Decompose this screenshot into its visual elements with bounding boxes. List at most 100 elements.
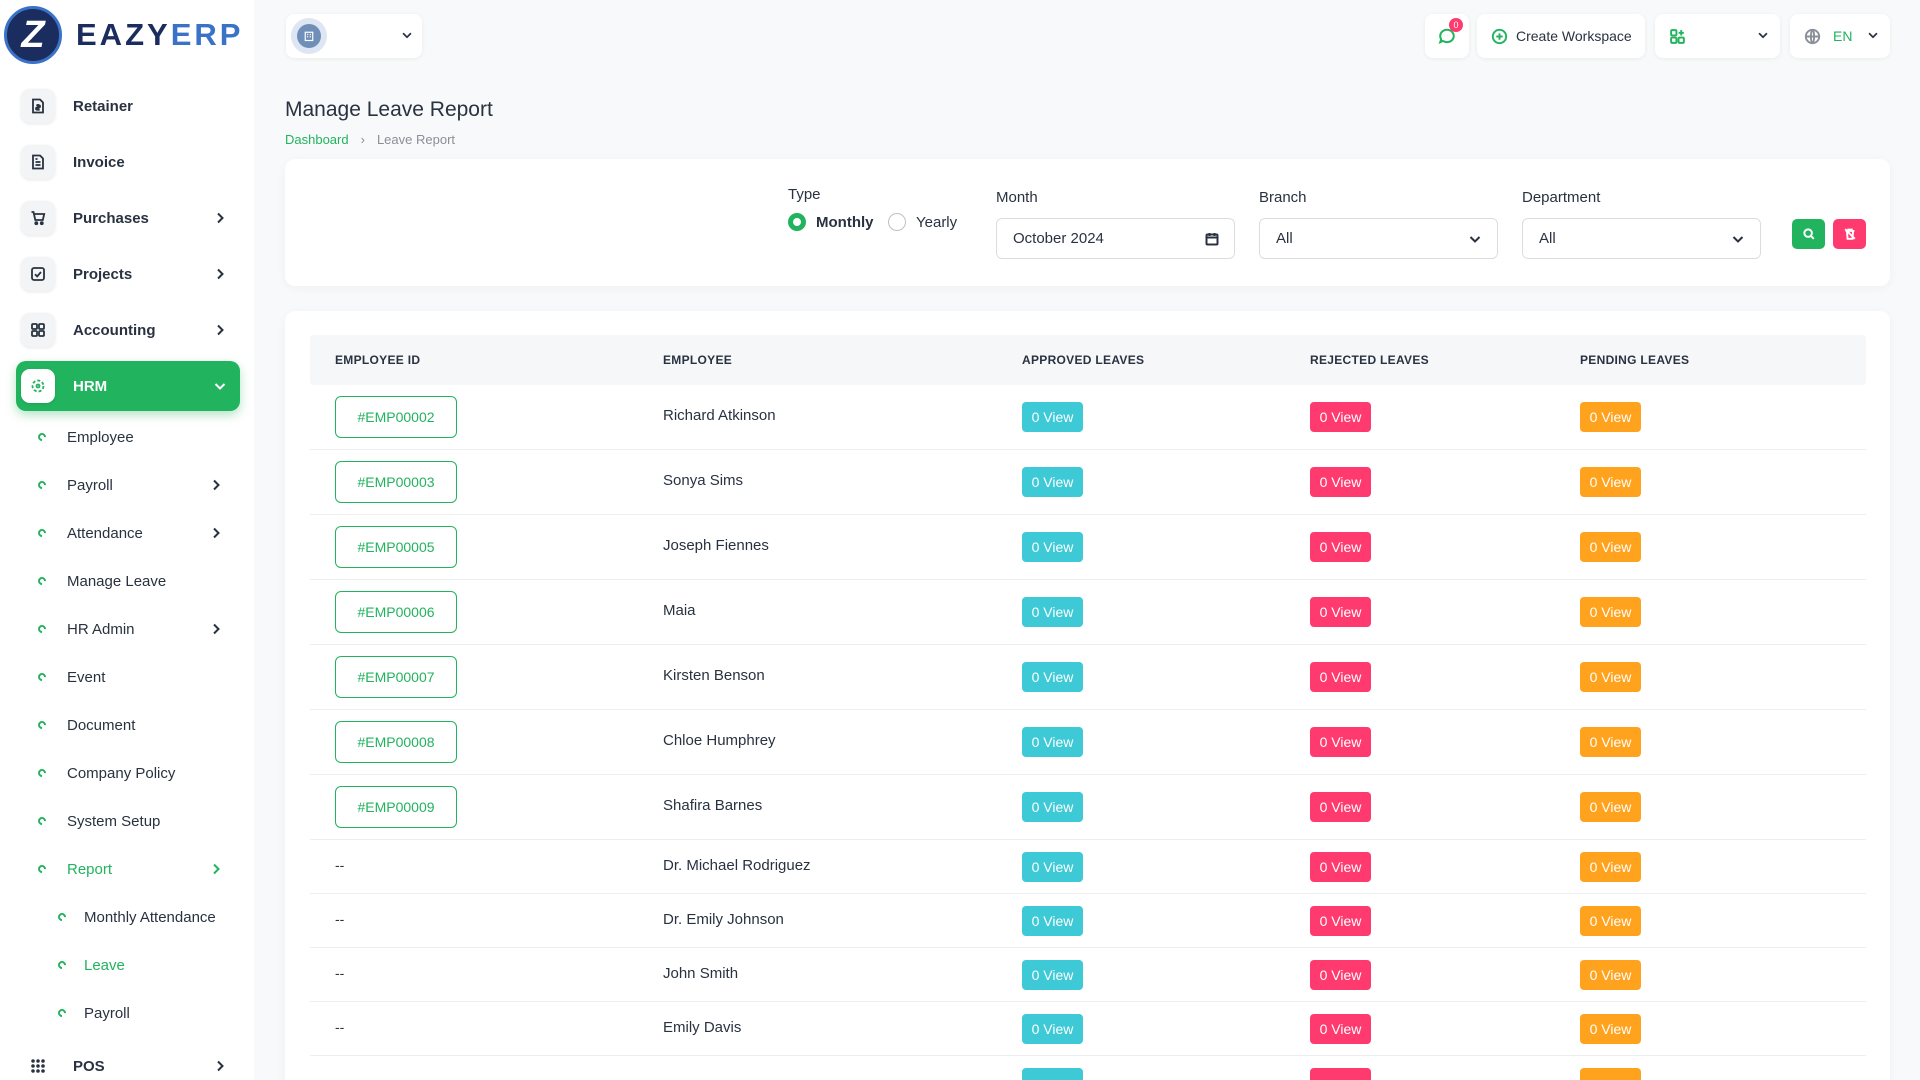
chevron-down-icon xyxy=(1866,28,1880,47)
col-pending-leaves[interactable]: PENDING LEAVES xyxy=(1580,353,1689,367)
type-label: Type xyxy=(788,186,821,203)
employee-id-button[interactable]: #EMP00009 xyxy=(335,786,457,828)
approved-view-button[interactable]: 0 View xyxy=(1022,402,1083,432)
approved-view-button[interactable]: 0 View xyxy=(1022,727,1083,757)
employee-id-button[interactable]: #EMP00003 xyxy=(335,461,457,503)
rejected-view-button[interactable] xyxy=(1310,1068,1371,1080)
sidebar-sub-system-setup[interactable]: System Setup xyxy=(36,806,238,836)
type-radio-yearly[interactable]: Yearly xyxy=(888,213,957,231)
col-employee[interactable]: EMPLOYEE xyxy=(663,353,732,367)
rejected-view-button[interactable]: 0 View xyxy=(1310,852,1371,882)
approved-view-button[interactable]: 0 View xyxy=(1022,852,1083,882)
sidebar-sub-employee[interactable]: Employee xyxy=(36,422,238,452)
bullet-icon xyxy=(36,767,48,779)
employee-id: -- xyxy=(335,965,345,981)
employee-name: Emily Davis xyxy=(663,1019,742,1036)
approved-view-button[interactable]: 0 View xyxy=(1022,467,1083,497)
sidebar-sub-hr-admin[interactable]: HR Admin xyxy=(36,614,238,644)
pending-view-button[interactable]: 0 View xyxy=(1580,467,1641,497)
type-radio-monthly[interactable]: Monthly xyxy=(788,213,874,231)
employee-id-button[interactable]: #EMP00006 xyxy=(335,591,457,633)
rejected-view-button[interactable]: 0 View xyxy=(1310,532,1371,562)
rejected-view-button[interactable]: 0 View xyxy=(1310,960,1371,990)
bullet-icon xyxy=(56,1007,68,1019)
table-row: #EMP00005 Joseph Fiennes 0 View 0 View 0… xyxy=(310,515,1866,580)
rejected-view-button[interactable]: 0 View xyxy=(1310,906,1371,936)
month-input[interactable]: October 2024 xyxy=(996,218,1235,259)
reset-button[interactable] xyxy=(1833,219,1866,249)
department-value: All xyxy=(1539,230,1556,247)
workspace-selector[interactable] xyxy=(286,14,422,58)
sidebar-subsub-monthly-attendance[interactable]: Monthly Attendance xyxy=(56,902,238,932)
approved-view-button[interactable]: 0 View xyxy=(1022,662,1083,692)
bullet-icon xyxy=(36,623,48,635)
employee-name: Shafira Barnes xyxy=(663,797,763,814)
pending-view-button[interactable] xyxy=(1580,1068,1641,1080)
sidebar-item-accounting[interactable]: Accounting xyxy=(16,305,240,355)
col-rejected-leaves[interactable]: REJECTED LEAVES xyxy=(1310,353,1429,367)
approved-view-button[interactable]: 0 View xyxy=(1022,1014,1083,1044)
sidebar-sub-document[interactable]: Document xyxy=(36,710,238,740)
approved-view-button[interactable]: 0 View xyxy=(1022,906,1083,936)
pending-view-button[interactable]: 0 View xyxy=(1580,960,1641,990)
bullet-icon xyxy=(36,719,48,731)
pending-view-button[interactable]: 0 View xyxy=(1580,402,1641,432)
pending-view-button[interactable]: 0 View xyxy=(1580,532,1641,562)
sub-label: Event xyxy=(67,668,106,686)
rejected-view-button[interactable]: 0 View xyxy=(1310,662,1371,692)
sidebar-subsub-leave[interactable]: Leave xyxy=(56,950,238,980)
approved-view-button[interactable]: 0 View xyxy=(1022,597,1083,627)
rejected-view-button[interactable]: 0 View xyxy=(1310,467,1371,497)
approved-view-button[interactable]: 0 View xyxy=(1022,532,1083,562)
employee-id-button[interactable]: #EMP00008 xyxy=(335,721,457,763)
calendar-icon[interactable] xyxy=(1204,231,1220,251)
sidebar-subsub-payroll[interactable]: Payroll xyxy=(56,998,238,1028)
rejected-view-button[interactable]: 0 View xyxy=(1310,597,1371,627)
col-approved-leaves[interactable]: APPROVED LEAVES xyxy=(1022,353,1144,367)
approved-view-button[interactable]: 0 View xyxy=(1022,792,1083,822)
sidebar-sub-attendance[interactable]: Attendance xyxy=(36,518,238,548)
sidebar-sub-manage-leave[interactable]: Manage Leave xyxy=(36,566,238,596)
rejected-view-button[interactable]: 0 View xyxy=(1310,1014,1371,1044)
approved-view-button[interactable]: 0 View xyxy=(1022,960,1083,990)
rejected-view-button[interactable]: 0 View xyxy=(1310,402,1371,432)
search-button[interactable] xyxy=(1792,219,1825,249)
apps-icon xyxy=(1670,28,1685,44)
sidebar-sub-payroll[interactable]: Payroll xyxy=(36,470,238,500)
messages-button[interactable]: 0 xyxy=(1425,14,1469,58)
pending-view-button[interactable]: 0 View xyxy=(1580,597,1641,627)
sidebar-item-hrm[interactable]: HRM xyxy=(16,361,240,411)
approved-view-button[interactable] xyxy=(1022,1068,1083,1080)
department-select[interactable]: All xyxy=(1522,218,1761,259)
breadcrumb-dashboard[interactable]: Dashboard xyxy=(285,132,349,147)
sidebar-sub-company-policy[interactable]: Company Policy xyxy=(36,758,238,788)
sidebar-item-purchases[interactable]: Purchases xyxy=(16,193,240,243)
pending-view-button[interactable]: 0 View xyxy=(1580,662,1641,692)
pending-view-button[interactable]: 0 View xyxy=(1580,727,1641,757)
language-selector[interactable]: EN xyxy=(1790,14,1890,58)
employee-id-button[interactable]: #EMP00005 xyxy=(335,526,457,568)
apps-menu-button[interactable] xyxy=(1655,14,1780,58)
table-row: -- John Smith 0 View 0 View 0 View xyxy=(310,948,1866,1002)
sidebar-item-invoice[interactable]: Invoice xyxy=(16,137,240,187)
pending-view-button[interactable]: 0 View xyxy=(1580,852,1641,882)
col-employee-id[interactable]: EMPLOYEE ID xyxy=(335,353,420,367)
rejected-view-button[interactable]: 0 View xyxy=(1310,727,1371,757)
chevron-right-icon: › xyxy=(360,132,365,147)
branch-select[interactable]: All xyxy=(1259,218,1498,259)
sidebar-item-pos[interactable]: POS xyxy=(16,1041,240,1080)
pending-view-button[interactable]: 0 View xyxy=(1580,1014,1641,1044)
sidebar-item-projects[interactable]: Projects xyxy=(16,249,240,299)
rejected-view-button[interactable]: 0 View xyxy=(1310,792,1371,822)
pending-view-button[interactable]: 0 View xyxy=(1580,906,1641,936)
employee-id-button[interactable]: #EMP00007 xyxy=(335,656,457,698)
sidebar-item-retainer[interactable]: Retainer xyxy=(16,81,240,131)
create-workspace-button[interactable]: Create Workspace xyxy=(1477,14,1645,58)
sidebar-item-label: Accounting xyxy=(73,321,156,339)
brand-logo[interactable]: Z EAZYERP xyxy=(4,6,243,64)
sidebar-sub-report[interactable]: Report xyxy=(36,854,238,884)
pending-view-button[interactable]: 0 View xyxy=(1580,792,1641,822)
logo-mark: Z xyxy=(4,6,62,64)
sidebar-sub-event[interactable]: Event xyxy=(36,662,238,692)
employee-id-button[interactable]: #EMP00002 xyxy=(335,396,457,438)
